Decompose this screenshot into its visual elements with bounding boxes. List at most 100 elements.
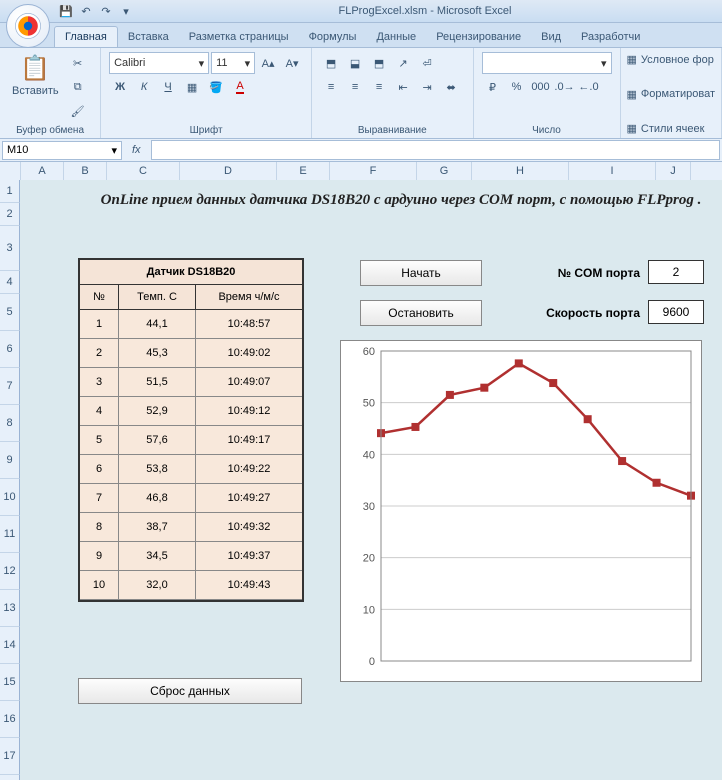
col-header[interactable] bbox=[0, 162, 21, 180]
row-header[interactable]: 7 bbox=[0, 368, 20, 405]
number-format-select[interactable]: ▾ bbox=[482, 52, 612, 74]
port-speed-value[interactable]: 9600 bbox=[648, 300, 704, 324]
row-header[interactable]: 4 bbox=[0, 271, 20, 294]
col-header[interactable]: B bbox=[64, 162, 107, 180]
tab-view[interactable]: Вид bbox=[531, 27, 571, 47]
row-header[interactable]: 16 bbox=[0, 701, 20, 738]
conditional-formatting-button[interactable]: ▦Условное фор bbox=[627, 52, 716, 67]
percent-icon[interactable]: % bbox=[506, 76, 528, 98]
col-header[interactable]: J bbox=[656, 162, 691, 180]
shrink-font-icon[interactable]: A▾ bbox=[281, 52, 303, 74]
col-header[interactable]: H bbox=[472, 162, 569, 180]
cut-icon[interactable]: ✂ bbox=[67, 52, 89, 74]
name-box[interactable]: M10▾ bbox=[2, 141, 122, 160]
row-header[interactable]: 10 bbox=[0, 479, 20, 516]
table-row: 245,310:49:02 bbox=[80, 339, 302, 368]
cell-time: 10:49:43 bbox=[196, 571, 302, 599]
tab-formulas[interactable]: Формулы bbox=[299, 27, 367, 47]
col-header[interactable]: F bbox=[330, 162, 417, 180]
tab-review[interactable]: Рецензирование bbox=[426, 27, 531, 47]
format-painter-icon[interactable]: 🖌 bbox=[67, 100, 89, 122]
table-row: 653,810:49:22 bbox=[80, 455, 302, 484]
paste-icon: 📋 bbox=[20, 54, 50, 83]
stop-button[interactable]: Остановить bbox=[360, 300, 482, 326]
comma-icon[interactable]: 000 bbox=[530, 76, 552, 98]
align-center-icon[interactable]: ≡ bbox=[344, 76, 366, 98]
cell-time: 10:49:12 bbox=[196, 397, 302, 425]
underline-icon[interactable]: Ч bbox=[157, 76, 179, 98]
tab-data[interactable]: Данные bbox=[366, 27, 426, 47]
indent-increase-icon[interactable]: ⇥ bbox=[416, 76, 438, 98]
col-header[interactable]: A bbox=[21, 162, 64, 180]
italic-icon[interactable]: К bbox=[133, 76, 155, 98]
redo-icon[interactable]: ↷ bbox=[98, 3, 114, 19]
align-right-icon[interactable]: ≡ bbox=[368, 76, 390, 98]
tab-insert[interactable]: Вставка bbox=[118, 27, 179, 47]
row-header[interactable]: 17 bbox=[0, 738, 20, 775]
row-header[interactable]: 9 bbox=[0, 442, 20, 479]
row-header[interactable]: 5 bbox=[0, 294, 20, 331]
sensor-table: Датчик DS18B20 № Темп. С Время ч/м/с 144… bbox=[78, 258, 304, 602]
save-icon[interactable]: 💾 bbox=[58, 3, 74, 19]
chart[interactable]: 0102030405060 bbox=[340, 340, 702, 682]
align-top-icon[interactable]: ⬒ bbox=[320, 52, 342, 74]
com-port-value[interactable]: 2 bbox=[648, 260, 704, 284]
font-size-select[interactable]: 11▾ bbox=[211, 52, 255, 74]
row-header[interactable]: 13 bbox=[0, 590, 20, 627]
table-row: 452,910:49:12 bbox=[80, 397, 302, 426]
col-header[interactable]: G bbox=[417, 162, 472, 180]
start-button[interactable]: Начать bbox=[360, 260, 482, 286]
row-header[interactable]: 1 bbox=[0, 180, 20, 203]
increase-decimal-icon[interactable]: .0→ bbox=[554, 76, 576, 98]
table-row: 557,610:49:17 bbox=[80, 426, 302, 455]
grow-font-icon[interactable]: A▴ bbox=[257, 52, 279, 74]
col-header[interactable]: D bbox=[180, 162, 277, 180]
row-header[interactable]: 3 bbox=[0, 226, 20, 271]
qat-dropdown-icon[interactable]: ▾ bbox=[118, 3, 134, 19]
tab-page-layout[interactable]: Разметка страницы bbox=[179, 27, 299, 47]
office-button[interactable] bbox=[6, 4, 50, 48]
fill-color-icon[interactable]: 🪣 bbox=[205, 76, 227, 98]
cell-temp: 53,8 bbox=[119, 455, 196, 483]
merge-icon[interactable]: ⬌ bbox=[440, 76, 462, 98]
cell-temp: 38,7 bbox=[119, 513, 196, 541]
tab-home[interactable]: Главная bbox=[54, 26, 118, 47]
row-header[interactable]: 14 bbox=[0, 627, 20, 664]
reset-button[interactable]: Сброс данных bbox=[78, 678, 302, 704]
undo-icon[interactable]: ↶ bbox=[78, 3, 94, 19]
align-bottom-icon[interactable]: ⬒ bbox=[368, 52, 390, 74]
port-speed-label: Скорость порта bbox=[510, 306, 640, 320]
table-row: 934,510:49:37 bbox=[80, 542, 302, 571]
cell-styles-button[interactable]: ▦Стили ячеек bbox=[627, 121, 716, 136]
row-header[interactable]: 15 bbox=[0, 664, 20, 701]
paste-button[interactable]: 📋 Вставить bbox=[8, 52, 63, 99]
svg-text:50: 50 bbox=[363, 398, 375, 410]
row-header[interactable]: 12 bbox=[0, 553, 20, 590]
border-icon[interactable]: ▦ bbox=[181, 76, 203, 98]
font-name-select[interactable]: Calibri▾ bbox=[109, 52, 209, 74]
row-header[interactable]: 2 bbox=[0, 203, 20, 226]
bold-icon[interactable]: Ж bbox=[109, 76, 131, 98]
col-header[interactable]: E bbox=[277, 162, 330, 180]
orientation-icon[interactable]: ↗ bbox=[392, 52, 414, 74]
worksheet[interactable]: OnLine прием данных датчика DS18B20 с ар… bbox=[20, 180, 722, 780]
fx-icon[interactable]: fx bbox=[124, 144, 149, 156]
col-header[interactable]: C bbox=[107, 162, 180, 180]
tab-developer[interactable]: Разработчи bbox=[571, 27, 650, 47]
decrease-decimal-icon[interactable]: ←.0 bbox=[578, 76, 600, 98]
format-as-table-button[interactable]: ▦Форматироват bbox=[627, 87, 716, 102]
font-color-icon[interactable]: A bbox=[229, 76, 251, 98]
align-middle-icon[interactable]: ⬓ bbox=[344, 52, 366, 74]
formula-input[interactable] bbox=[151, 140, 720, 160]
indent-decrease-icon[interactable]: ⇤ bbox=[392, 76, 414, 98]
row-header[interactable]: 18 bbox=[0, 775, 20, 780]
row-header[interactable]: 6 bbox=[0, 331, 20, 368]
row-header[interactable]: 11 bbox=[0, 516, 20, 553]
wrap-text-icon[interactable]: ⏎ bbox=[416, 52, 438, 74]
align-left-icon[interactable]: ≡ bbox=[320, 76, 342, 98]
table-row: 746,810:49:27 bbox=[80, 484, 302, 513]
currency-icon[interactable]: ₽ bbox=[482, 76, 504, 98]
row-header[interactable]: 8 bbox=[0, 405, 20, 442]
copy-icon[interactable]: ⧉ bbox=[67, 76, 89, 98]
col-header[interactable]: I bbox=[569, 162, 656, 180]
